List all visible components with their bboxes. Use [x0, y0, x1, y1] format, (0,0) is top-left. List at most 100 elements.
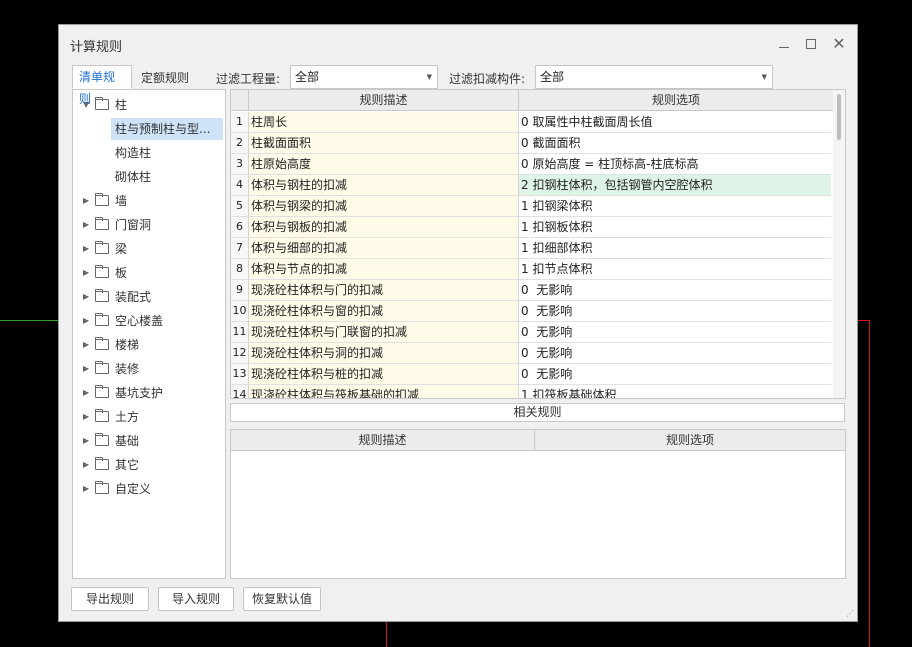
rule-option[interactable]: 0 截面面积: [519, 133, 831, 154]
tree-folder-label: 楼梯: [115, 338, 140, 352]
rule-option[interactable]: 0 取属性中柱截面周长值: [519, 112, 831, 133]
vertical-scrollbar[interactable]: [833, 90, 845, 398]
tree-folder-item[interactable]: ▶ 梁: [83, 238, 127, 260]
table-row[interactable]: 14 现浇砼柱体积与筏板基础的扣减 1 扣筏板基础体积: [231, 385, 831, 398]
tab-quota-rules[interactable]: 定额规则: [135, 69, 195, 89]
chevron-right-icon[interactable]: ▶: [83, 190, 93, 212]
filter-quantity-select[interactable]: 全部 ▼: [290, 65, 438, 89]
tree-item-constructional-column[interactable]: 构造柱: [111, 142, 155, 164]
rule-option[interactable]: 1 扣细部体积: [519, 238, 831, 259]
filter-component-select[interactable]: 全部 ▼: [535, 65, 773, 89]
maximize-icon: [806, 39, 816, 49]
rule-option[interactable]: 0 无影响: [519, 343, 831, 364]
title-bar[interactable]: 计算规则 ✕: [59, 25, 857, 63]
rule-description[interactable]: 体积与钢板的扣减: [249, 217, 519, 238]
rule-description[interactable]: 现浇砼柱体积与桩的扣减: [249, 364, 519, 385]
table-row[interactable]: 12 现浇砼柱体积与洞的扣减 0 无影响: [231, 343, 831, 364]
rule-description[interactable]: 柱原始高度: [249, 154, 519, 175]
scrollbar-thumb[interactable]: [837, 94, 841, 140]
rule-option[interactable]: 1 扣钢梁体积: [519, 196, 831, 217]
filter-component-label: 过滤扣减构件:: [449, 72, 526, 86]
tree-folder-item[interactable]: ▶ 楼梯: [83, 334, 139, 356]
minimize-button[interactable]: [774, 34, 794, 54]
chevron-right-icon[interactable]: ▶: [83, 430, 93, 452]
table-row[interactable]: 9 现浇砼柱体积与门的扣减 0 无影响: [231, 280, 831, 301]
chevron-right-icon[interactable]: ▶: [83, 358, 93, 380]
table-row[interactable]: 10 现浇砼柱体积与窗的扣减 0 无影响: [231, 301, 831, 322]
column-header-option[interactable]: 规则选项: [519, 90, 833, 111]
table-row[interactable]: 5 体积与钢梁的扣减 1 扣钢梁体积: [231, 196, 831, 217]
rule-option[interactable]: 0 无影响: [519, 322, 831, 343]
rule-option[interactable]: 2 扣钢柱体积，包括钢管内空腔体积: [519, 175, 831, 196]
table-row[interactable]: 13 现浇砼柱体积与桩的扣减 0 无影响: [231, 364, 831, 385]
tree-folder-item[interactable]: ▶ 空心楼盖: [83, 310, 163, 332]
chevron-right-icon[interactable]: ▶: [83, 478, 93, 500]
restore-defaults-button[interactable]: 恢复默认值: [243, 587, 321, 611]
tree-node-label: 柱: [115, 98, 128, 112]
chevron-right-icon[interactable]: ▶: [83, 262, 93, 284]
rule-option[interactable]: 0 无影响: [519, 280, 831, 301]
tree-folder-item[interactable]: ▶ 自定义: [83, 478, 151, 500]
resize-grip-icon[interactable]: ⋰: [846, 610, 854, 618]
rule-option[interactable]: 1 扣筏板基础体积: [519, 385, 831, 398]
table-row[interactable]: 4 体积与钢柱的扣减 2 扣钢柱体积，包括钢管内空腔体积: [231, 175, 831, 196]
chevron-right-icon[interactable]: ▶: [83, 238, 93, 260]
import-rules-button[interactable]: 导入规则: [158, 587, 234, 611]
chevron-right-icon[interactable]: ▶: [83, 406, 93, 428]
table-row[interactable]: 7 体积与细部的扣减 1 扣细部体积: [231, 238, 831, 259]
rule-description[interactable]: 柱截面面积: [249, 133, 519, 154]
table-row[interactable]: 11 现浇砼柱体积与门联窗的扣减 0 无影响: [231, 322, 831, 343]
rule-description[interactable]: 体积与钢梁的扣减: [249, 196, 519, 217]
rule-option[interactable]: 1 扣节点体积: [519, 259, 831, 280]
chevron-right-icon[interactable]: ▶: [83, 310, 93, 332]
rule-option[interactable]: 0 无影响: [519, 364, 831, 385]
filter-quantity-label: 过滤工程量:: [216, 72, 281, 86]
tree-folder-label: 基础: [115, 434, 140, 448]
column-header-desc[interactable]: 规则描述: [249, 90, 519, 111]
related-column-header-option[interactable]: 规则选项: [535, 430, 845, 451]
chevron-right-icon[interactable]: ▶: [83, 334, 93, 356]
rule-option[interactable]: 0 无影响: [519, 301, 831, 322]
tree-folder-item[interactable]: ▶ 土方: [83, 406, 139, 428]
rule-description[interactable]: 体积与钢柱的扣减: [249, 175, 519, 196]
tree-item-column-precast[interactable]: 柱与预制柱与型...: [111, 118, 223, 140]
rule-description[interactable]: 现浇砼柱体积与门联窗的扣减: [249, 322, 519, 343]
tree-folder-item[interactable]: ▶ 墙: [83, 190, 127, 212]
rule-option[interactable]: 0 原始高度 = 柱顶标高-柱底标高: [519, 154, 831, 175]
maximize-button[interactable]: [801, 34, 821, 54]
table-row[interactable]: 6 体积与钢板的扣减 1 扣钢板体积: [231, 217, 831, 238]
close-button[interactable]: ✕: [829, 34, 849, 54]
table-row[interactable]: 1 柱周长 0 取属性中柱截面周长值: [231, 112, 831, 133]
rule-description[interactable]: 柱周长: [249, 112, 519, 133]
rule-description[interactable]: 现浇砼柱体积与洞的扣减: [249, 343, 519, 364]
tree-folder-item[interactable]: ▶ 装配式: [83, 286, 151, 308]
chevron-right-icon[interactable]: ▶: [83, 382, 93, 404]
rule-option-text: 无影响: [532, 283, 573, 297]
tree-folder-item[interactable]: ▶ 基础: [83, 430, 139, 452]
tree-folder-item[interactable]: ▶ 门窗洞: [83, 214, 151, 236]
folder-icon: [95, 433, 109, 446]
table-row[interactable]: 8 体积与节点的扣减 1 扣节点体积: [231, 259, 831, 280]
rule-option[interactable]: 1 扣钢板体积: [519, 217, 831, 238]
chevron-right-icon[interactable]: ▶: [83, 454, 93, 476]
rule-description[interactable]: 现浇砼柱体积与筏板基础的扣减: [249, 385, 519, 398]
tree-folder-item[interactable]: ▶ 板: [83, 262, 127, 284]
tab-bill-rules[interactable]: 清单规则: [72, 65, 132, 106]
rule-description[interactable]: 体积与节点的扣减: [249, 259, 519, 280]
rule-description[interactable]: 现浇砼柱体积与窗的扣减: [249, 301, 519, 322]
chevron-right-icon[interactable]: ▶: [83, 214, 93, 236]
tree-item-masonry-column[interactable]: 砌体柱: [111, 166, 155, 188]
table-row[interactable]: 2 柱截面面积 0 截面面积: [231, 133, 831, 154]
table-row[interactable]: 3 柱原始高度 0 原始高度 = 柱顶标高-柱底标高: [231, 154, 831, 175]
rule-description[interactable]: 现浇砼柱体积与门的扣减: [249, 280, 519, 301]
row-number: 8: [231, 259, 249, 280]
tree-folder-item[interactable]: ▶ 其它: [83, 454, 139, 476]
tree-folder-item[interactable]: ▶ 基坑支护: [83, 382, 163, 404]
export-rules-button[interactable]: 导出规则: [71, 587, 149, 611]
tree-folder-item[interactable]: ▶ 装修: [83, 358, 139, 380]
calc-rules-dialog: 计算规则 ✕ 清单规则 定额规则 过滤工程量: 全部 ▼ 过滤扣减构件: 全部 …: [58, 24, 858, 622]
rule-description[interactable]: 体积与细部的扣减: [249, 238, 519, 259]
chevron-right-icon[interactable]: ▶: [83, 286, 93, 308]
tree-folder-label: 装修: [115, 362, 140, 376]
related-column-header-desc[interactable]: 规则描述: [231, 430, 535, 451]
